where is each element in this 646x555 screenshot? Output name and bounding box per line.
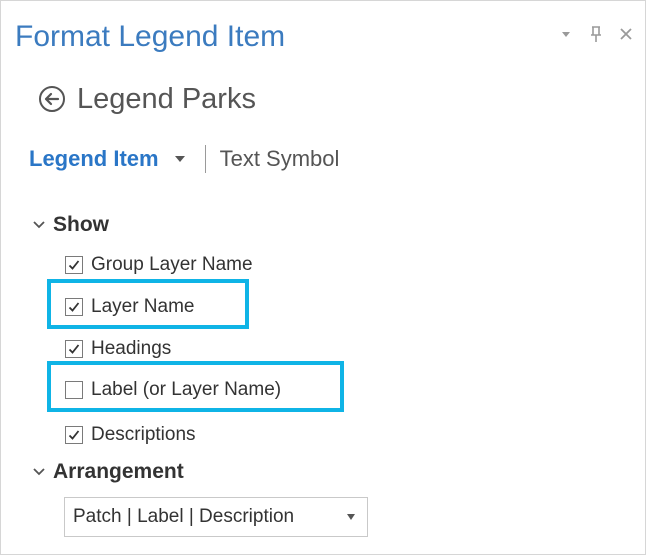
pane-controls xyxy=(557,23,635,45)
chevron-down-icon[interactable] xyxy=(171,150,189,168)
arrangement-section-label: Arrangement xyxy=(53,460,184,483)
checkbox-label: Descriptions xyxy=(91,424,196,445)
arrangement-section-header[interactable]: Arrangement xyxy=(31,460,184,484)
chevron-down-icon xyxy=(31,217,47,233)
show-section-label: Show xyxy=(53,213,109,236)
back-label[interactable]: Legend Parks xyxy=(77,81,256,117)
checkbox-unchecked[interactable] xyxy=(65,381,83,399)
tab-text-symbol[interactable]: Text Symbol xyxy=(220,146,340,172)
pin-icon[interactable] xyxy=(587,23,605,45)
chevron-down-icon xyxy=(31,464,47,480)
checkbox-label: Layer Name xyxy=(91,296,195,317)
checkbox-checked[interactable] xyxy=(65,298,83,316)
pane-title: Format Legend Item xyxy=(15,20,286,53)
checkbox-checked[interactable] xyxy=(65,426,83,444)
close-icon[interactable] xyxy=(617,23,635,45)
menu-down-icon[interactable] xyxy=(557,23,575,45)
arrangement-selected-value: Patch | Label | Description xyxy=(73,506,295,527)
chevron-down-icon xyxy=(345,511,357,523)
checkbox-checked[interactable] xyxy=(65,340,83,358)
format-legend-item-pane: Format Legend Item Legend Parks Legend I… xyxy=(0,0,646,555)
checkbox-label: Headings xyxy=(91,338,172,359)
back-row: Legend Parks xyxy=(37,81,256,117)
checkbox-label: Group Layer Name xyxy=(91,254,253,275)
back-arrow-icon[interactable] xyxy=(37,84,67,114)
checkbox-headings[interactable]: Headings xyxy=(65,336,171,362)
tab-bar: Legend Item Text Symbol xyxy=(29,143,339,175)
checkbox-label: Label (or Layer Name) xyxy=(91,379,282,400)
checkbox-label-or-layer-name[interactable]: Label (or Layer Name) xyxy=(65,377,281,403)
checkbox-checked[interactable] xyxy=(65,256,83,274)
tab-divider xyxy=(204,145,206,173)
checkbox-layer-name[interactable]: Layer Name xyxy=(65,294,195,320)
show-section-header[interactable]: Show xyxy=(31,213,109,237)
tab-legend-item[interactable]: Legend Item xyxy=(29,146,159,172)
checkbox-descriptions[interactable]: Descriptions xyxy=(65,422,196,448)
checkbox-group-layer-name[interactable]: Group Layer Name xyxy=(65,252,253,278)
arrangement-select[interactable]: Patch | Label | Description xyxy=(64,497,368,537)
